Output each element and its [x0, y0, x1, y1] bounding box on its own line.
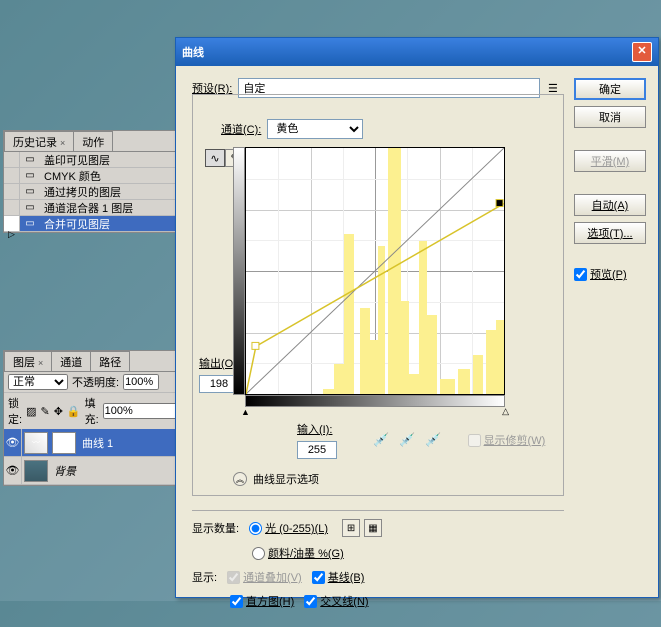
layer-row-selected[interactable]: 👁 〰 曲线 1 — [4, 429, 177, 457]
dialog-title: 曲线 — [182, 44, 632, 60]
layer-name[interactable]: 背景 — [50, 463, 76, 479]
layer-row[interactable]: 👁 背景 — [4, 457, 177, 485]
white-point-slider[interactable]: △ — [502, 406, 509, 417]
close-icon[interactable]: × — [60, 138, 65, 148]
history-item[interactable]: ▭通过拷贝的图层 — [4, 184, 177, 200]
y-gradient — [233, 147, 245, 395]
black-point-slider[interactable]: ▲ — [241, 407, 250, 417]
gray-dropper-icon[interactable]: 💉 — [399, 432, 415, 448]
grid-fine-button[interactable]: ▦ — [364, 519, 382, 537]
white-dropper-icon[interactable]: 💉 — [425, 432, 441, 448]
close-icon[interactable]: × — [38, 358, 43, 368]
lock-transparency-icon[interactable]: ▨ — [26, 405, 36, 418]
layer-name[interactable]: 曲线 1 — [78, 435, 113, 451]
show-amount-label: 显示数量: — [192, 520, 239, 536]
blend-mode-select[interactable]: 正常 — [8, 374, 68, 390]
x-gradient — [245, 395, 505, 407]
lock-label: 锁定: — [8, 395, 22, 427]
curve-tool-point[interactable]: ∿ — [205, 149, 225, 167]
layer-options: 正常 不透明度: — [4, 372, 177, 392]
layers-tabs: 图层× 通道 路径 — [4, 351, 177, 372]
channel-label: 通道(C): — [221, 121, 261, 137]
preset-menu-icon[interactable]: ☰ — [548, 82, 564, 95]
preview-check[interactable]: 预览(P) — [574, 266, 634, 282]
input-input[interactable] — [297, 441, 337, 459]
tab-actions[interactable]: 动作 — [73, 131, 113, 151]
layer-list: 👁 〰 曲线 1 👁 背景 — [4, 429, 177, 485]
history-tabs: 历史记录× 动作 — [4, 131, 177, 152]
history-item-selected[interactable]: ▭合并可见图层 — [4, 216, 177, 232]
lock-move-icon[interactable]: ✥ — [54, 405, 63, 418]
history-item[interactable]: ▭盖印可见图层 — [4, 152, 177, 168]
intersection-check[interactable]: 交叉线(N) — [304, 593, 368, 609]
fill-label: 填充: — [85, 395, 99, 427]
smooth-button: 平滑(M) — [574, 150, 646, 172]
close-button[interactable]: ✕ — [632, 42, 652, 62]
histogram-check[interactable]: 直方图(H) — [230, 593, 294, 609]
channel-overlay-check[interactable]: 通道叠加(V) — [227, 569, 302, 585]
titlebar[interactable]: 曲线 ✕ — [176, 38, 658, 66]
opacity-input[interactable] — [123, 374, 159, 390]
layer-thumb-icon[interactable] — [24, 460, 48, 482]
options-button[interactable]: 选项(T)... — [574, 222, 646, 244]
auto-button[interactable]: 自动(A) — [574, 194, 646, 216]
opacity-label: 不透明度: — [72, 374, 119, 390]
history-list: ▭盖印可见图层 ▭CMYK 颜色 ▭通过拷贝的图层 ▭通道混合器 1 图层 ▭合… — [4, 152, 177, 232]
layers-panel: 图层× 通道 路径 正常 不透明度: 锁定: ▨ ✎ ✥ 🔒 填充: 👁 〰 曲… — [3, 350, 178, 486]
history-item[interactable]: ▭CMYK 颜色 — [4, 168, 177, 184]
layer-lock-row: 锁定: ▨ ✎ ✥ 🔒 填充: — [4, 392, 177, 429]
tab-paths[interactable]: 路径 — [90, 351, 130, 371]
play-indicator-icon: ▷ — [8, 229, 15, 240]
pigment-radio[interactable]: 颜料/油墨 %(G) — [252, 545, 344, 561]
black-dropper-icon[interactable]: 💉 — [373, 432, 389, 448]
baseline-check[interactable]: 基线(B) — [312, 569, 365, 585]
visibility-icon[interactable]: 👁 — [4, 429, 22, 456]
show-label: 显示: — [192, 569, 217, 585]
curve-section: 通道(C): 黄色 ∿ ✎ — [192, 94, 564, 496]
history-panel: 历史记录× 动作 ▭盖印可见图层 ▭CMYK 颜色 ▭通过拷贝的图层 ▭通道混合… — [3, 130, 178, 233]
curve-graph[interactable] — [245, 147, 505, 395]
history-item[interactable]: ▭通道混合器 1 图层 — [4, 200, 177, 216]
curve-svg — [246, 148, 504, 394]
tab-history[interactable]: 历史记录× — [4, 131, 74, 151]
lock-paint-icon[interactable]: ✎ — [40, 405, 49, 418]
channel-combo[interactable]: 黄色 — [267, 119, 363, 139]
input-label: 输入(I): — [297, 421, 337, 437]
show-clip-check: 显示修剪(W) — [468, 432, 546, 448]
light-radio[interactable]: 光 (0-255)(L) — [249, 520, 328, 536]
lock-all-icon[interactable]: 🔒 — [67, 405, 81, 418]
ok-button[interactable]: 确定 — [574, 78, 646, 100]
collapse-icon[interactable]: ︽ — [233, 472, 247, 486]
tab-layers[interactable]: 图层× — [4, 351, 52, 371]
tab-channels[interactable]: 通道 — [51, 351, 91, 371]
grid-coarse-button[interactable]: ⊞ — [342, 519, 360, 537]
curves-thumb-icon[interactable]: 〰 — [24, 432, 48, 454]
curves-dialog: 曲线 ✕ 预设(R): ☰ 通道(C): 黄色 ∿ ✎ — [175, 37, 659, 598]
mask-thumb-icon[interactable] — [52, 432, 76, 454]
visibility-icon[interactable]: 👁 — [4, 457, 22, 484]
display-options: 显示数量: 光 (0-255)(L) ⊞ ▦ 颜料/油墨 %(G) 显示: 通道… — [192, 510, 564, 609]
cancel-button[interactable]: 取消 — [574, 106, 646, 128]
display-options-title: 曲线显示选项 — [253, 471, 319, 487]
